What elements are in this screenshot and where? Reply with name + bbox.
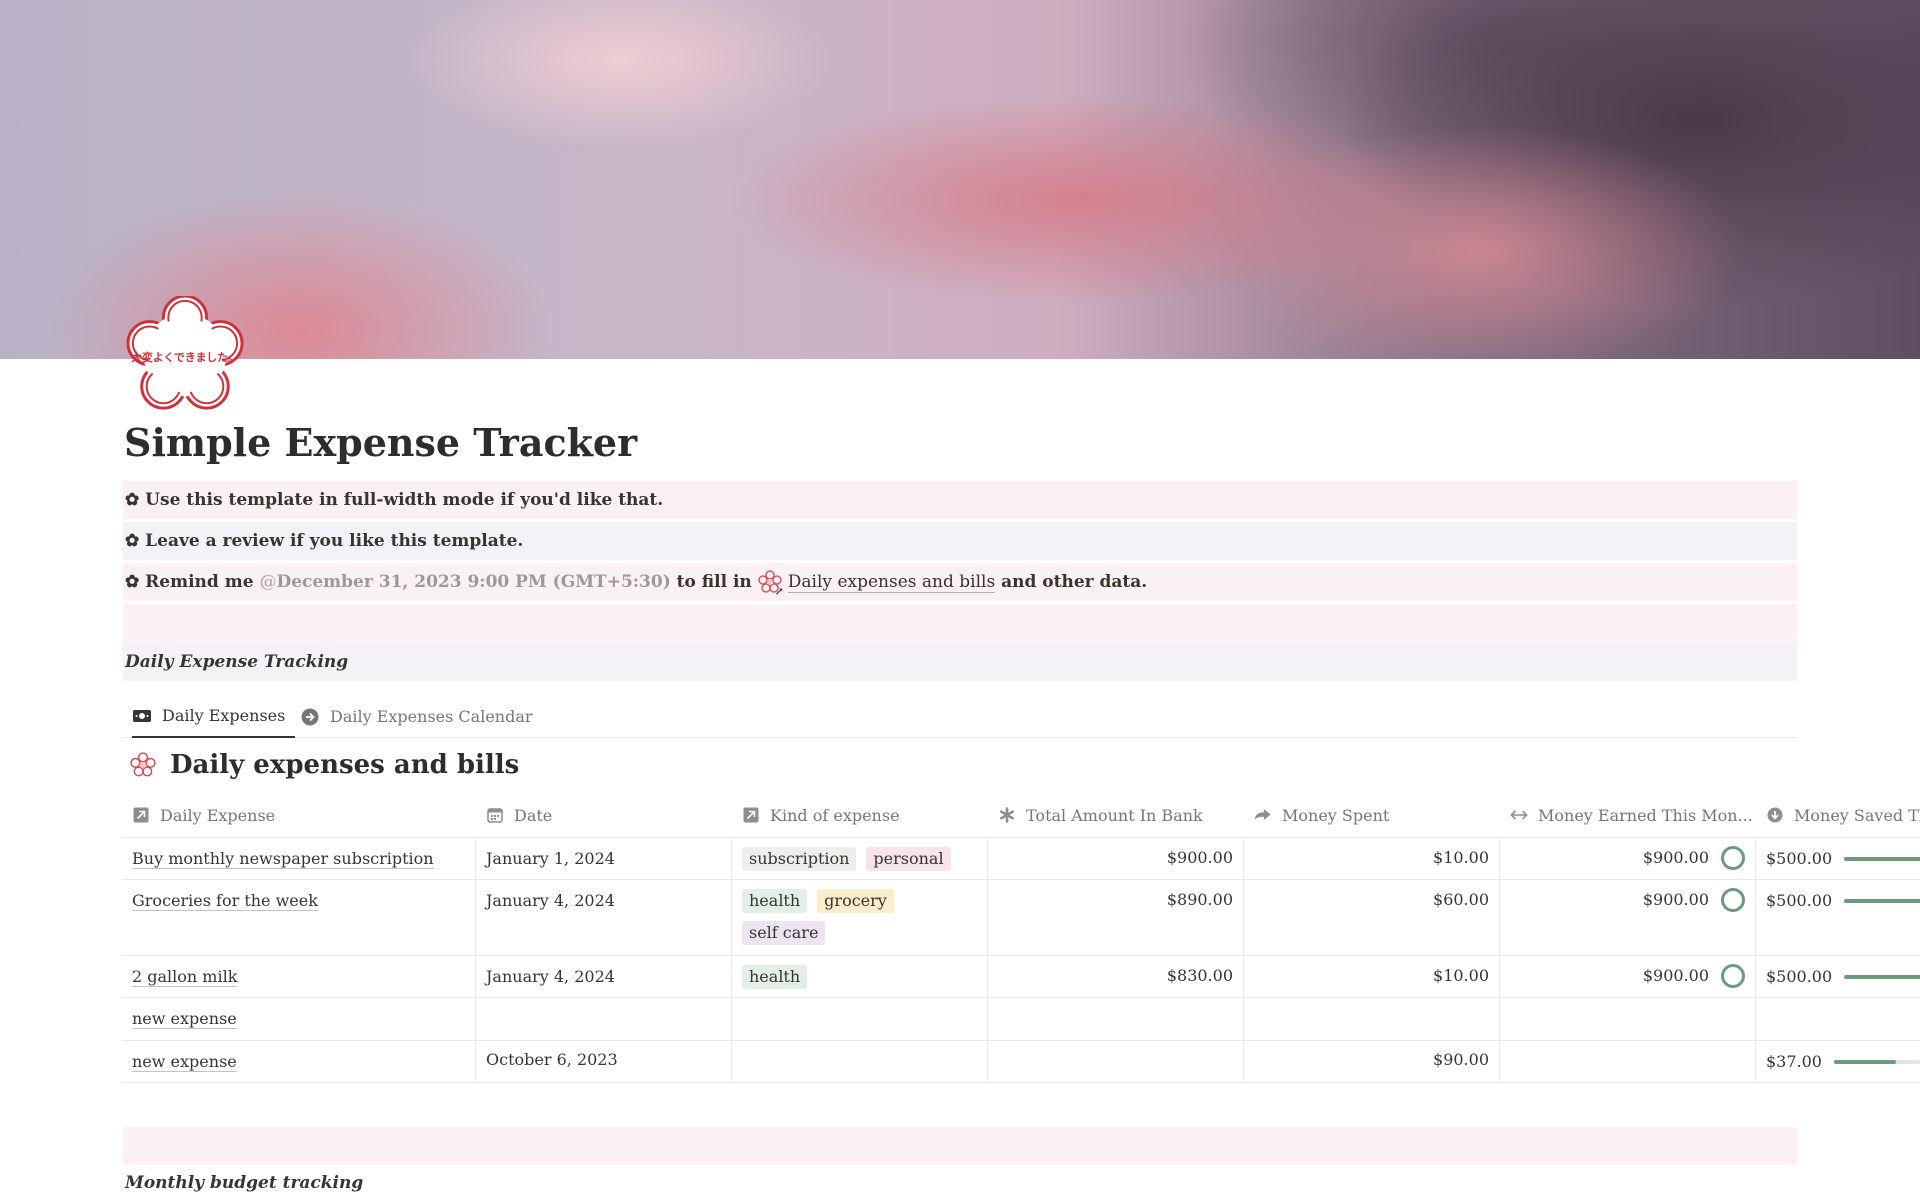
table-row[interactable]: 2 gallon milk January 4, 2024 health $83… (122, 956, 1920, 998)
expenses-table: Daily Expense Date Kind of expense Total… (122, 793, 1920, 1083)
cell-daily-expense[interactable]: Buy monthly newspaper subscription (122, 838, 476, 879)
callout-full-width: ✿ Use this template in full-width mode i… (123, 481, 1797, 519)
cell-money-spent[interactable]: $10.00 (1244, 956, 1500, 997)
saved-progress-bar (1844, 857, 1920, 861)
reminder-date-mention[interactable]: @December 31, 2023 9:00 PM (GMT+5:30) (259, 572, 670, 592)
download-circle-icon (1766, 806, 1784, 824)
cell-money-saved[interactable]: $500.00 (1756, 838, 1920, 879)
cell-kind-of-expense[interactable] (732, 1041, 988, 1082)
asterisk-icon (998, 806, 1016, 824)
cell-total-amount[interactable]: $900.00 (988, 838, 1244, 879)
cell-money-earned[interactable]: $900.00 (1500, 880, 1756, 955)
column-header-money-spent[interactable]: Money Spent (1244, 793, 1500, 837)
cell-kind-of-expense[interactable] (732, 998, 988, 1040)
cell-money-saved[interactable]: $500.00 (1756, 880, 1920, 955)
cell-total-amount[interactable]: $890.00 (988, 880, 1244, 955)
cell-date[interactable] (476, 998, 732, 1040)
forward-arrow-icon (1254, 806, 1272, 824)
callout-reminder: ✿ Remind me @December 31, 2023 9:00 PM (… (123, 563, 1797, 601)
arrow-right-circle-icon (300, 707, 320, 727)
page-link-daily-expenses[interactable]: ↗ Daily expenses and bills (758, 570, 996, 598)
flower-icon: ✿ (125, 531, 140, 551)
tag-health[interactable]: health (742, 889, 808, 913)
cherry-blossom-stamp-icon[interactable]: 大変よくできました。 (126, 296, 244, 414)
cell-money-earned[interactable]: $900.00 (1500, 838, 1756, 879)
cell-daily-expense[interactable]: new expense (122, 1041, 476, 1082)
progress-ring-icon (1721, 964, 1745, 988)
cell-kind-of-expense[interactable]: subscription personal (732, 838, 988, 879)
empty-callout (123, 1127, 1797, 1165)
cherry-blossom-icon (130, 752, 156, 777)
empty-callout (123, 604, 1797, 642)
callout-text: Use this template in full-width mode if … (145, 490, 664, 510)
tab-daily-expenses[interactable]: Daily Expenses (132, 695, 296, 738)
horizontal-arrows-icon (1510, 806, 1528, 824)
cell-money-spent[interactable]: $90.00 (1244, 1041, 1500, 1082)
tag-health[interactable]: health (742, 965, 808, 989)
column-header-daily-expense[interactable]: Daily Expense (122, 793, 476, 837)
table-row[interactable]: new expense October 6, 2023 $90.00 $37.0… (122, 1041, 1920, 1083)
cell-kind-of-expense[interactable]: health (732, 956, 988, 997)
column-header-kind-of-expense[interactable]: Kind of expense (732, 793, 988, 837)
tab-daily-expenses-calendar[interactable]: Daily Expenses Calendar (300, 695, 533, 738)
saved-progress-bar (1844, 899, 1920, 903)
callout-text: Remind me (145, 572, 254, 592)
database-title-text: Daily expenses and bills (170, 750, 520, 780)
calendar-icon (486, 806, 504, 824)
cell-total-amount[interactable]: $830.00 (988, 956, 1244, 997)
cell-money-earned[interactable]: $900.00 (1500, 956, 1756, 997)
callout-review: ✿ Leave a review if you like this templa… (123, 522, 1797, 560)
progress-ring-icon (1721, 888, 1745, 912)
tag-grocery[interactable]: grocery (817, 889, 894, 913)
cell-kind-of-expense[interactable]: health grocery self care (732, 880, 988, 955)
cell-daily-expense[interactable]: new expense (122, 998, 476, 1040)
cell-money-saved[interactable]: $37.00 (1756, 1041, 1920, 1082)
cell-daily-expense[interactable]: Groceries for the week (122, 880, 476, 955)
cell-money-spent[interactable]: $10.00 (1244, 838, 1500, 879)
cell-date[interactable]: January 4, 2024 (476, 880, 732, 955)
arrow-link-icon (742, 806, 760, 824)
cell-total-amount[interactable] (988, 1041, 1244, 1082)
cell-date[interactable]: January 4, 2024 (476, 956, 732, 997)
arrow-link-icon (132, 806, 150, 824)
cell-money-spent[interactable]: $60.00 (1244, 880, 1500, 955)
page-title: Simple Expense Tracker (124, 420, 638, 465)
cell-date[interactable]: January 1, 2024 (476, 838, 732, 879)
cell-money-saved[interactable]: $500.00 (1756, 956, 1920, 997)
cell-money-spent[interactable] (1244, 998, 1500, 1040)
cell-date[interactable]: October 6, 2023 (476, 1041, 732, 1082)
cell-money-earned[interactable] (1500, 998, 1756, 1040)
tag-personal[interactable]: personal (866, 847, 951, 871)
flower-icon: ✿ (125, 490, 140, 510)
stamp-text: 大変よくできました。 (131, 350, 239, 364)
column-header-date[interactable]: Date (476, 793, 732, 837)
cell-daily-expense[interactable]: 2 gallon milk (122, 956, 476, 997)
tag-self-care[interactable]: self care (742, 921, 826, 945)
callout-text: Leave a review if you like this template… (145, 531, 524, 551)
column-header-total-amount-in-bank[interactable]: Total Amount In Bank (988, 793, 1244, 837)
table-row[interactable]: Groceries for the week January 4, 2024 h… (122, 880, 1920, 956)
cover-image (0, 0, 1920, 359)
database-title[interactable]: Daily expenses and bills (130, 750, 519, 780)
progress-ring-icon (1721, 846, 1745, 870)
tag-subscription[interactable]: subscription (742, 847, 857, 871)
link-arrow-icon: ↗ (774, 585, 784, 598)
flower-icon: ✿ (125, 572, 140, 592)
cell-money-saved[interactable] (1756, 998, 1920, 1040)
saved-progress-bar (1844, 975, 1920, 979)
cell-money-earned[interactable] (1500, 1041, 1756, 1082)
column-header-money-saved[interactable]: Money Saved Th (1756, 793, 1920, 837)
table-row[interactable]: Buy monthly newspaper subscription Janua… (122, 838, 1920, 880)
saved-progress-bar (1834, 1060, 1920, 1064)
money-icon (132, 706, 152, 726)
cell-total-amount[interactable] (988, 998, 1244, 1040)
cherry-blossom-icon: ↗ (758, 570, 784, 598)
section-monthly-label: Monthly budget tracking (125, 1172, 364, 1193)
view-tabs: Daily Expenses Daily Expenses Calendar (122, 695, 1797, 738)
column-header-money-earned[interactable]: Money Earned This Mon... (1500, 793, 1756, 837)
section-daily-label: Daily Expense Tracking (123, 643, 1797, 681)
table-header: Daily Expense Date Kind of expense Total… (122, 793, 1920, 838)
table-row[interactable]: new expense (122, 998, 1920, 1041)
